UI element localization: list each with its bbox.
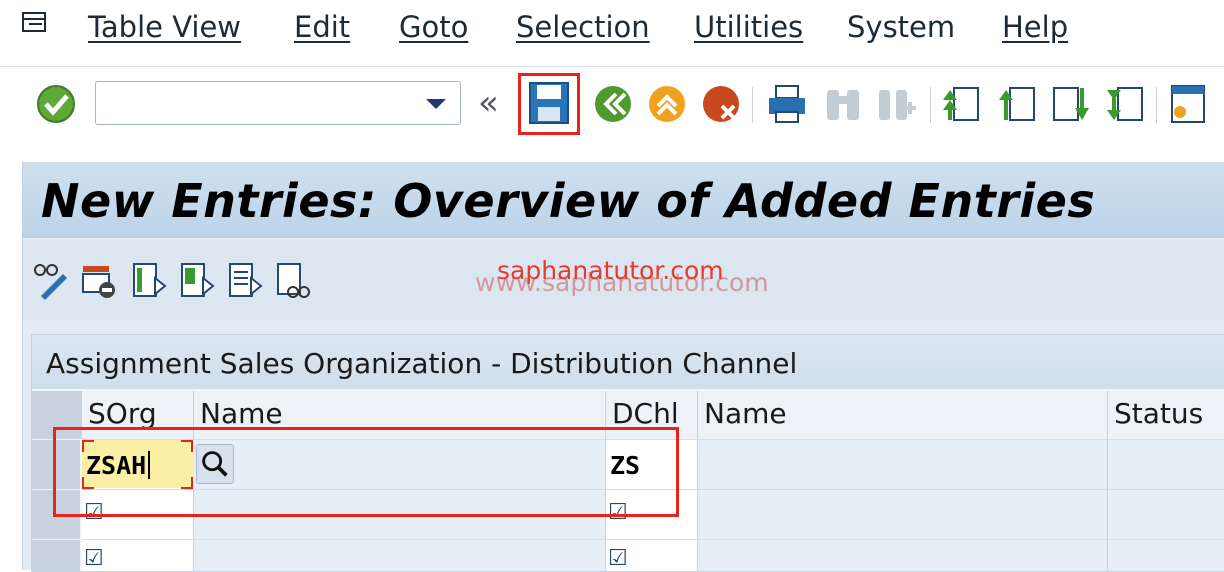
enter-icon[interactable]	[36, 82, 78, 126]
find-next-icon[interactable]	[876, 82, 918, 126]
deselect-all-icon[interactable]	[227, 260, 263, 300]
row-selector[interactable]	[32, 539, 80, 571]
dchl-name-cell	[698, 439, 1108, 489]
toolbar-separator	[930, 87, 931, 123]
application-toolbar: www.saphanatutor.com saphanatutor.com	[23, 240, 1224, 320]
menu-edit[interactable]: Edit	[294, 10, 350, 44]
dchl-cell[interactable]: ☑	[606, 539, 698, 571]
sorg-name-cell	[194, 539, 606, 571]
collapse-chevron-icon[interactable]: «	[478, 83, 499, 123]
menu-system[interactable]: System	[847, 10, 955, 44]
toolbar-separator	[752, 87, 753, 123]
menu-utilities[interactable]: Utilities	[694, 10, 803, 44]
last-page-icon[interactable]	[1104, 82, 1146, 126]
menu-goto[interactable]: Goto	[399, 10, 468, 44]
delete-row-icon[interactable]	[81, 260, 117, 300]
exit-icon[interactable]	[646, 82, 688, 126]
status-cell	[1108, 539, 1224, 571]
customize-layout-icon[interactable]	[1166, 82, 1208, 126]
check-icon[interactable]	[275, 260, 311, 300]
standard-toolbar: «	[0, 66, 1224, 141]
entry-row-highlight	[53, 427, 679, 517]
find-icon[interactable]	[822, 82, 864, 126]
dchl-name-cell	[698, 489, 1108, 539]
dchl-name-cell	[698, 539, 1108, 571]
column-header-status[interactable]: Status	[1108, 391, 1224, 439]
select-all-icon[interactable]	[131, 260, 167, 300]
menu-table-view[interactable]: Table View	[88, 10, 241, 44]
save-highlight	[518, 73, 580, 135]
toolbar-separator	[1156, 87, 1157, 123]
command-field[interactable]	[95, 81, 461, 125]
watermark-brand: saphanatutor.com	[497, 256, 724, 285]
first-page-icon[interactable]	[940, 82, 982, 126]
back-icon[interactable]	[592, 82, 634, 126]
status-cell	[1108, 439, 1224, 489]
column-dchl-name: Name	[698, 391, 1108, 571]
menu-help[interactable]: Help	[1002, 10, 1068, 44]
system-menu-icon[interactable]	[20, 10, 50, 38]
next-page-icon[interactable]	[1050, 82, 1092, 126]
checkbox-icon: ☑	[84, 546, 104, 571]
command-dropdown-icon[interactable]	[426, 99, 446, 109]
checkbox-icon: ☑	[608, 546, 628, 571]
table-title-bar: Assignment Sales Organization - Distribu…	[32, 335, 1224, 389]
menu-bar: Table View Edit Goto Selection Utilities…	[0, 0, 1224, 62]
title-bar: New Entries: Overview of Added Entries	[23, 162, 1224, 238]
sorg-cell[interactable]: ☑	[82, 539, 194, 571]
previous-page-icon[interactable]	[996, 82, 1038, 126]
column-header-dchl-name[interactable]: Name	[698, 391, 1108, 439]
status-cell	[1108, 489, 1224, 539]
menu-selection[interactable]: Selection	[516, 10, 650, 44]
display-change-icon[interactable]	[33, 260, 69, 300]
command-input[interactable]	[104, 82, 418, 124]
column-status: Status	[1108, 391, 1224, 571]
select-block-icon[interactable]	[179, 260, 215, 300]
cancel-icon[interactable]	[700, 82, 742, 126]
print-icon[interactable]	[766, 82, 808, 126]
page-title: New Entries: Overview of Added Entries	[41, 174, 1096, 228]
table-title: Assignment Sales Organization - Distribu…	[46, 347, 798, 380]
